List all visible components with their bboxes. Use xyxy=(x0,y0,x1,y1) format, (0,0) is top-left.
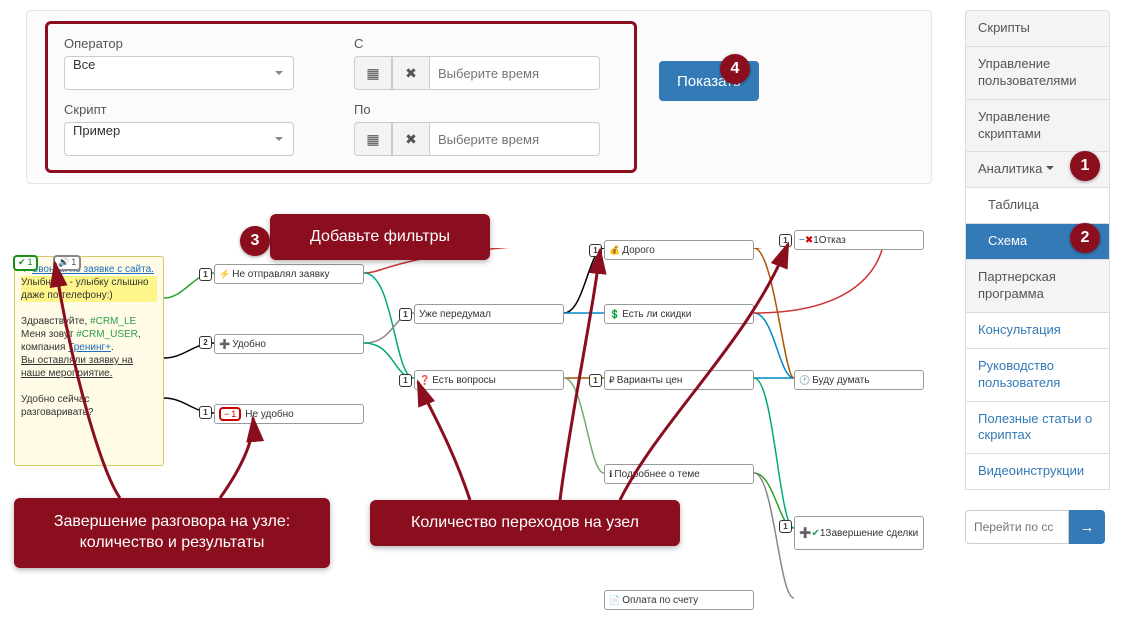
link-count: 1 xyxy=(589,244,602,257)
sidebar: Скрипты Управление пользователями Управл… xyxy=(965,10,1110,544)
ordered-text: Вы оставляли заявку на наше мероприятие. xyxy=(21,354,157,380)
link-count: 1 xyxy=(199,268,212,281)
filter-highlight-box: Оператор Все С ▦ ✖ Скрипт Пример По ▦ xyxy=(45,21,637,173)
sidebar-item-guide[interactable]: Руководство пользователя xyxy=(965,349,1110,402)
smile-text: Улыбнись - улыбку слышно даже по телефон… xyxy=(21,276,157,302)
goto-link: → xyxy=(965,510,1110,544)
start-node[interactable]: ✔1 🔊1 ✈ Звоним по заявке с сайта. Улыбни… xyxy=(14,256,164,466)
sidebar-item-table[interactable]: Таблица xyxy=(965,188,1110,224)
step-badge-1: 1 xyxy=(1070,151,1100,181)
node-discounts[interactable]: 💲Есть ли скидки xyxy=(604,304,754,324)
node-not-convenient[interactable]: −1 Не удобно xyxy=(214,404,364,424)
calendar-icon[interactable]: ▦ xyxy=(354,122,392,156)
step-badge-2: 2 xyxy=(1070,223,1100,253)
from-time-input[interactable] xyxy=(430,56,600,90)
node-deal-complete[interactable]: ➕ ✔ 1Завершение сделки xyxy=(794,516,924,550)
ruble-icon: ₽ xyxy=(609,375,615,386)
check-icon: ✔ xyxy=(811,528,819,539)
callout-add-filters: Добавьте фильтры xyxy=(270,214,490,260)
node-has-questions[interactable]: ❓Есть вопросы xyxy=(414,370,564,390)
close-icon: ✖ xyxy=(805,235,813,246)
link-count: 2 xyxy=(199,336,212,349)
node-expensive[interactable]: 💰Дорого xyxy=(604,240,754,260)
step-badge-4: 4 xyxy=(720,54,750,84)
question-icon: ❓ xyxy=(419,375,430,386)
link-count: 1 xyxy=(199,406,212,419)
link-count: 1 xyxy=(779,234,792,247)
call-link[interactable]: Звоним по заявке с сайта. xyxy=(32,264,154,275)
sidebar-item-partner[interactable]: Партнерская программа xyxy=(965,260,1110,313)
sound-icon: 🔊 xyxy=(58,257,69,269)
node-convenient[interactable]: ➕Удобно xyxy=(214,334,364,354)
script-label: Скрипт xyxy=(64,102,294,117)
goto-button[interactable]: → xyxy=(1069,510,1105,544)
sidebar-item-scriptmgmt[interactable]: Управление скриптами xyxy=(965,100,1110,153)
discount-icon: 💲 xyxy=(609,309,620,320)
script-select[interactable]: Пример xyxy=(64,122,294,156)
plus-icon: ➕ xyxy=(799,528,811,539)
node-invoice-pay[interactable]: 📄Оплата по счету xyxy=(604,590,754,610)
plus-icon: ➕ xyxy=(219,339,230,350)
info-icon: ℹ xyxy=(609,469,612,480)
clock-icon: 🕐 xyxy=(799,375,810,386)
calendar-icon[interactable]: ▦ xyxy=(354,56,392,90)
lightning-icon: ⚡ xyxy=(219,269,230,280)
step-badge-3: 3 xyxy=(240,226,270,256)
filter-panel: Оператор Все С ▦ ✖ Скрипт Пример По ▦ xyxy=(26,10,932,184)
from-label: С xyxy=(354,36,600,51)
link-count: 1 xyxy=(399,374,412,387)
check-icon: ✔ xyxy=(18,257,26,269)
goto-input[interactable] xyxy=(965,510,1069,544)
node-price-options[interactable]: ₽Варианты цен xyxy=(604,370,754,390)
crm-user-var: #CRM_USER xyxy=(76,329,138,340)
node-no-request[interactable]: ⚡Не отправлял заявку xyxy=(214,264,364,284)
sidebar-item-scripts[interactable]: Скрипты xyxy=(965,10,1110,47)
link-count: 1 xyxy=(589,374,602,387)
node-changed-mind[interactable]: Уже передумал xyxy=(414,304,564,324)
sidebar-item-videos[interactable]: Видеоинструкции xyxy=(965,454,1110,490)
node-refusal[interactable]: − ✖ 1Отказ xyxy=(794,230,924,250)
result-success-badge: ✔1 xyxy=(13,255,38,271)
money-icon: 💰 xyxy=(609,245,620,256)
node-will-think[interactable]: 🕐Буду думать xyxy=(794,370,924,390)
sidebar-item-consult[interactable]: Консультация xyxy=(965,313,1110,349)
callout-transitions: Количество переходов на узел xyxy=(370,500,680,546)
crm-lead-var: #CRM_LE xyxy=(90,316,136,327)
sidebar-item-users[interactable]: Управление пользователями xyxy=(965,47,1110,100)
clear-time-icon[interactable]: ✖ xyxy=(392,56,430,90)
minus-icon: − xyxy=(224,409,229,419)
operator-label: Оператор xyxy=(64,36,294,51)
link-count: 1 xyxy=(399,308,412,321)
doc-icon: 📄 xyxy=(609,595,620,606)
link-count: 1 xyxy=(779,520,792,533)
result-sound-badge: 🔊1 xyxy=(53,255,81,271)
operator-select[interactable]: Все xyxy=(64,56,294,90)
clear-time-icon[interactable]: ✖ xyxy=(392,122,430,156)
to-label: По xyxy=(354,102,600,117)
callout-completion: Завершение разговора на узле: количество… xyxy=(14,498,330,568)
result-fail-badge: −1 xyxy=(219,407,241,421)
node-more-topic[interactable]: ℹПодробнее о теме xyxy=(604,464,754,484)
sidebar-item-articles[interactable]: Полезные статьи о скриптах xyxy=(965,402,1110,455)
company-link[interactable]: Тренинг+ xyxy=(68,342,111,353)
convenient-text: Удобно сейчас разговаривать? xyxy=(21,393,157,419)
to-time-input[interactable] xyxy=(430,122,600,156)
